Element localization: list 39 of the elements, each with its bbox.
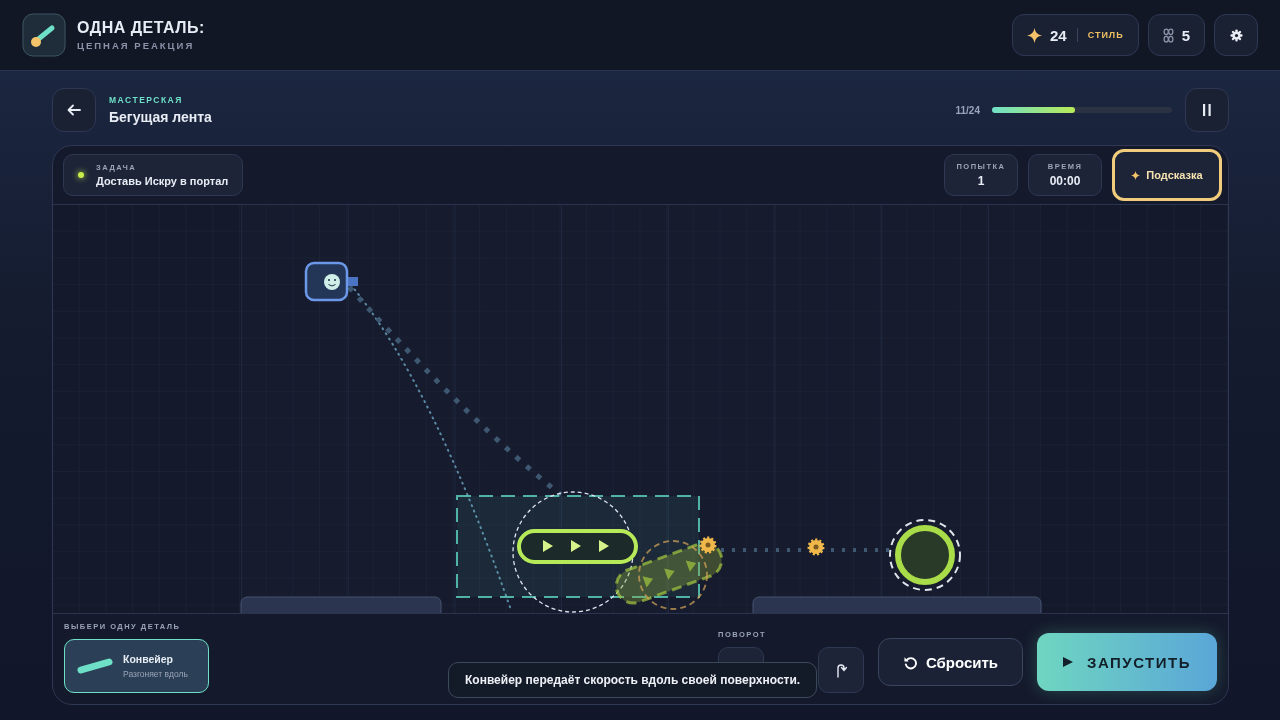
run-button[interactable]: ЗАПУСТИТЬ <box>1037 633 1217 691</box>
settings-icon <box>1229 28 1243 42</box>
conveyor-icon <box>77 658 113 674</box>
task-text: Доставь Искру в портал <box>96 175 229 187</box>
part-card[interactable]: Конвейер Разгоняет вдоль <box>64 639 209 693</box>
links-count: 5 <box>1181 26 1190 44</box>
pause-button[interactable] <box>1185 88 1229 132</box>
sparkle-icon <box>1131 170 1141 180</box>
chapter-label: МАСТЕРСКАЯ <box>109 95 184 105</box>
hint-button[interactable]: Подсказка <box>1112 149 1222 201</box>
gear-icon <box>807 538 825 556</box>
sparkle-icon <box>1026 27 1042 43</box>
play-icon <box>1063 657 1073 667</box>
progress-text: 11/24 <box>955 104 980 116</box>
tooltip: Конвейер передаёт скорость вдоль своей поверхности. <box>448 662 818 698</box>
pause-icon <box>1203 104 1211 116</box>
rotate-right-button[interactable] <box>818 647 864 693</box>
rotate-right-icon <box>835 662 847 678</box>
app-logo-icon <box>22 13 66 57</box>
counter-value: 1 <box>977 174 985 188</box>
reset-icon <box>902 654 918 670</box>
status-dot-icon <box>78 172 84 178</box>
style-label: СТИЛЬ <box>1087 30 1124 40</box>
level-name: Бегущая лента <box>109 109 212 125</box>
app-subtitle: ЦЕПНАЯ РЕАКЦИЯ <box>77 40 196 51</box>
portal-drawing <box>889 519 961 591</box>
chain-icon <box>1162 27 1174 43</box>
back-arrow-icon <box>67 104 81 116</box>
spark-drawing <box>304 261 358 302</box>
style-points: 24 <box>1049 26 1067 44</box>
counter-value: 00:00 <box>1049 174 1081 188</box>
settings-button[interactable] <box>1214 14 1258 56</box>
reset-button[interactable]: Сбросить <box>878 638 1023 686</box>
app-title: ОДНА ДЕТАЛЬ: <box>77 19 205 37</box>
part-name: Конвейер <box>123 653 175 665</box>
part-description: Разгоняет вдоль <box>123 669 188 679</box>
back-button[interactable] <box>52 88 96 132</box>
gear-icon <box>699 536 717 554</box>
ghost-range-circle <box>638 540 708 610</box>
